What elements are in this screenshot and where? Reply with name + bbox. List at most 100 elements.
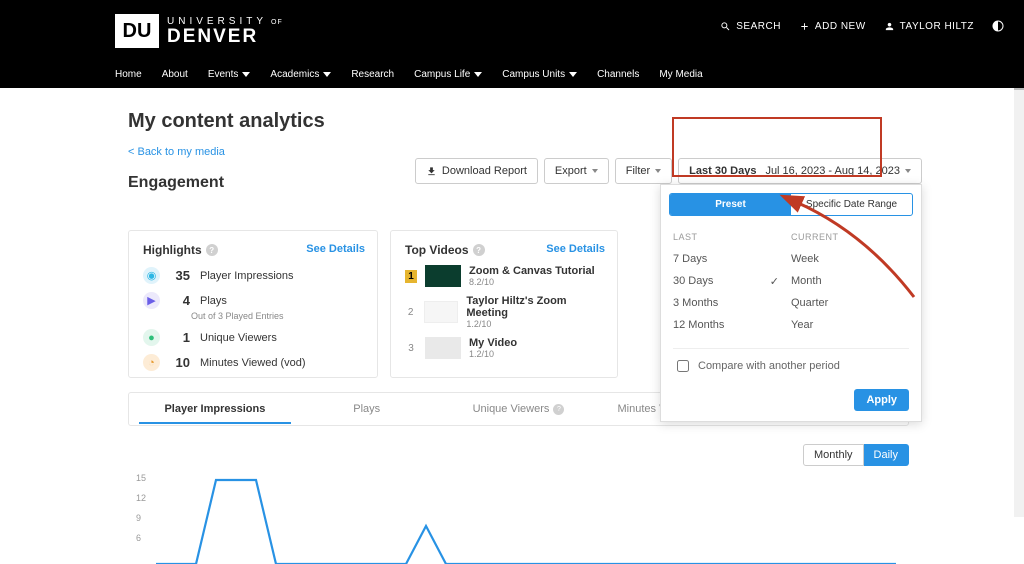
preset-3-months[interactable]: 3 Months — [673, 292, 791, 314]
preset-year[interactable]: Year — [791, 314, 909, 336]
add-new-button[interactable]: ADD NEW — [799, 21, 866, 32]
theme-toggle[interactable] — [992, 20, 1004, 32]
chevron-down-icon — [905, 169, 911, 173]
nav-about[interactable]: About — [162, 69, 188, 80]
search-button[interactable]: SEARCH — [720, 21, 781, 32]
analytics-toolbar: Download Report Export Filter Last 30 Da… — [415, 158, 922, 184]
back-to-my-media-link[interactable]: < Back to my media — [128, 146, 225, 158]
time-granularity-toggle: Monthly Daily — [128, 444, 909, 466]
apply-button[interactable]: Apply — [854, 389, 909, 411]
chevron-down-icon — [569, 72, 577, 77]
check-icon: ✓ — [770, 275, 779, 288]
nav-mymedia[interactable]: My Media — [659, 69, 702, 80]
tab-plays[interactable]: Plays — [291, 403, 443, 415]
y-tick: 6 — [136, 533, 141, 543]
brand-text: UNIVERSITYOF DENVER — [167, 17, 283, 46]
export-button[interactable]: Export — [544, 158, 609, 184]
current-column: CURRENT Week Month Quarter Year — [791, 228, 909, 336]
video-thumbnail — [424, 301, 458, 323]
info-icon[interactable]: ? — [206, 244, 218, 256]
top-video-row[interactable]: 3 My Video1.2/10 — [405, 337, 603, 359]
info-icon[interactable]: ? — [473, 244, 485, 256]
highlight-row-impressions: ◉ 35 Player Impressions — [143, 267, 363, 284]
preset-7-days[interactable]: 7 Days — [673, 248, 791, 270]
nav-academics[interactable]: Academics — [270, 69, 331, 80]
date-range-button[interactable]: Last 30 Days Jul 16, 2023 - Aug 14, 2023 — [678, 158, 922, 184]
rank-badge: 3 — [405, 343, 417, 354]
page-content: My content analytics < Back to my media … — [0, 88, 1024, 564]
tab-player-impressions[interactable]: Player Impressions — [139, 403, 291, 415]
info-icon[interactable]: ? — [553, 404, 564, 415]
highlight-row-plays: ▶ 4 Plays — [143, 292, 363, 309]
rank-badge: 1 — [405, 270, 417, 283]
nav-channels[interactable]: Channels — [597, 69, 639, 80]
chart-line — [156, 474, 896, 564]
preset-week[interactable]: Week — [791, 248, 909, 270]
top-video-row[interactable]: 1 Zoom & Canvas Tutorial8.2/10 — [405, 265, 603, 287]
user-menu[interactable]: TAYLOR HILTZ — [884, 21, 974, 32]
top-video-row[interactable]: 2 Taylor Hiltz's Zoom Meeting1.2/10 — [405, 295, 603, 329]
search-icon — [720, 21, 731, 32]
last-heading: LAST — [673, 232, 791, 242]
download-icon — [426, 166, 437, 177]
filter-button[interactable]: Filter — [615, 158, 672, 184]
line-chart: 15 12 9 6 — [128, 474, 909, 564]
nav-home[interactable]: Home — [115, 69, 142, 80]
y-tick: 9 — [136, 513, 141, 523]
chevron-down-icon — [655, 169, 661, 173]
preset-tab[interactable]: Preset — [670, 194, 791, 215]
preset-quarter[interactable]: Quarter — [791, 292, 909, 314]
chevron-down-icon — [242, 72, 250, 77]
eye-icon: ◉ — [143, 267, 160, 284]
add-new-label: ADD NEW — [815, 21, 866, 32]
chevron-down-icon — [592, 169, 598, 173]
highlight-row-unique-viewers: ● 1 Unique Viewers — [143, 329, 363, 346]
brand-logo: DU — [115, 14, 159, 48]
nav-research[interactable]: Research — [351, 69, 394, 80]
highlights-title: Highlights — [143, 243, 202, 257]
preset-month[interactable]: Month — [791, 270, 909, 292]
chevron-down-icon — [474, 72, 482, 77]
y-tick: 12 — [136, 493, 146, 503]
user-name: TAYLOR HILTZ — [900, 21, 974, 32]
download-report-button[interactable]: Download Report — [415, 158, 538, 184]
last-column: LAST 7 Days 30 Days✓ 3 Months 12 Months — [673, 228, 791, 336]
top-videos-see-details-link[interactable]: See Details — [546, 243, 605, 255]
compare-checkbox[interactable] — [677, 360, 689, 372]
nav-campuslife[interactable]: Campus Life — [414, 69, 482, 80]
top-bar: DU UNIVERSITYOF DENVER SEARCH ADD NEW TA… — [0, 0, 1024, 88]
utility-nav: SEARCH ADD NEW TAYLOR HILTZ — [720, 20, 1004, 32]
preset-12-months[interactable]: 12 Months — [673, 314, 791, 336]
current-heading: CURRENT — [791, 232, 909, 242]
user-icon — [884, 21, 895, 32]
chevron-down-icon — [323, 72, 331, 77]
top-videos-card: Top Videos? See Details 1 Zoom & Canvas … — [390, 230, 618, 378]
search-label: SEARCH — [736, 21, 781, 32]
date-range-popover: Preset Specific Date Range LAST 7 Days 3… — [660, 184, 922, 422]
highlights-see-details-link[interactable]: See Details — [306, 243, 365, 255]
play-icon: ▶ — [143, 292, 160, 309]
daily-toggle[interactable]: Daily — [864, 444, 909, 466]
main-nav: Home About Events Academics Research Cam… — [115, 69, 703, 80]
rank-badge: 2 — [405, 307, 416, 318]
highlight-row-minutes: ◔ 10 Minutes Viewed (vod) — [143, 354, 363, 371]
plus-icon — [799, 21, 810, 32]
contrast-icon — [992, 20, 1004, 32]
clock-icon: ◔ — [143, 354, 160, 371]
highlight-plays-sub: Out of 3 Played Entries — [191, 311, 363, 321]
video-thumbnail — [425, 337, 461, 359]
preset-30-days[interactable]: 30 Days✓ — [673, 270, 791, 292]
highlights-card: Highlights? See Details ◉ 35 Player Impr… — [128, 230, 378, 378]
brand[interactable]: DU UNIVERSITYOF DENVER — [115, 14, 283, 48]
compare-checkbox-label[interactable]: Compare with another period — [673, 357, 909, 375]
user-icon: ● — [143, 329, 160, 346]
nav-campusunits[interactable]: Campus Units — [502, 69, 577, 80]
specific-date-range-tab[interactable]: Specific Date Range — [791, 194, 912, 215]
monthly-toggle[interactable]: Monthly — [803, 444, 864, 466]
video-thumbnail — [425, 265, 461, 287]
tab-unique-viewers[interactable]: Unique Viewers? — [443, 403, 595, 415]
page-title: My content analytics — [128, 110, 909, 133]
top-videos-title: Top Videos — [405, 243, 469, 257]
nav-events[interactable]: Events — [208, 69, 251, 80]
y-tick: 15 — [136, 473, 146, 483]
